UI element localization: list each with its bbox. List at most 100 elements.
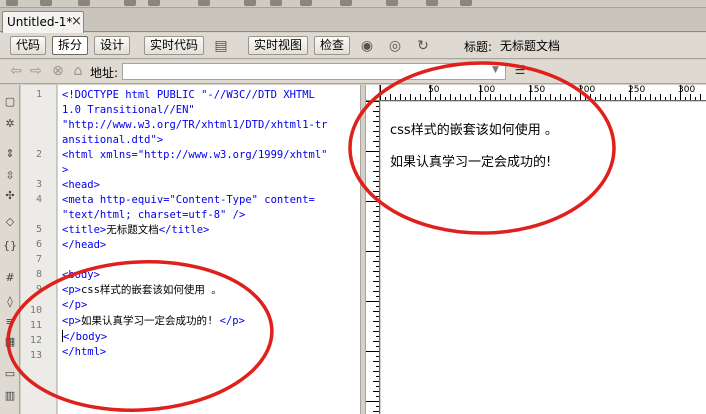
ruler-tick — [366, 251, 379, 252]
ruler-tick — [366, 401, 379, 402]
code-line: <p> — [62, 284, 81, 296]
toolbar-icon[interactable] — [198, 0, 210, 6]
syntax-error-icon[interactable]: ▦ — [2, 335, 18, 349]
highlight-invalid-code-icon[interactable]: ◊ — [2, 295, 18, 309]
title-label: 标题: — [464, 40, 493, 54]
toolbar-icon[interactable] — [460, 0, 472, 6]
close-icon[interactable]: × — [71, 14, 82, 29]
line-number: 6 — [35, 239, 42, 250]
ruler-tick — [373, 171, 379, 172]
ruler-tick — [376, 286, 379, 287]
toolbar-icon[interactable] — [426, 0, 438, 6]
ruler-tick — [376, 386, 379, 387]
design-view[interactable]: css样式的嵌套该如何使用 。 如果认真学习一定会成功的! — [381, 102, 706, 414]
toolbar-icon[interactable] — [148, 0, 160, 6]
toolbar-icon[interactable] — [40, 0, 52, 6]
select-parent-tag-icon[interactable]: ◇ — [2, 215, 18, 229]
toolbar-icon[interactable] — [340, 0, 352, 6]
chevron-down-icon[interactable]: ▼ — [492, 65, 499, 75]
ruler-tick — [376, 316, 379, 317]
ruler-tick — [535, 97, 536, 100]
code-line: <html xmlns="http://www.w3.org/1999/xhtm… — [62, 149, 328, 161]
ruler-tick — [410, 94, 411, 100]
ruler-tick — [580, 85, 581, 100]
split-view-button[interactable]: 拆分 — [52, 36, 88, 55]
settings-icon[interactable]: ✲ — [2, 117, 18, 131]
ruler-tick — [465, 97, 466, 100]
check-page-icon[interactable]: ▤ — [212, 37, 230, 55]
visual-aids-icon[interactable]: ◎ — [386, 37, 404, 55]
ruler-tick — [545, 97, 546, 100]
ruler-tick — [373, 341, 379, 342]
toolbar-icon[interactable] — [270, 0, 282, 6]
design-view-button[interactable]: 设计 — [94, 36, 130, 55]
ruler-tick — [376, 326, 379, 327]
toolbar-icon[interactable] — [124, 0, 136, 6]
live-code-button[interactable]: 实时代码 — [144, 36, 204, 55]
ruler-tick — [590, 94, 591, 100]
toolbar-icon[interactable] — [386, 0, 398, 6]
ruler-tick — [373, 271, 379, 272]
code-line: 如果认真学习一定会成功的! — [80, 315, 214, 327]
ruler-tick — [575, 97, 576, 100]
comment-icon[interactable]: ▭ — [2, 367, 18, 381]
expand-all-icon[interactable]: ✣ — [2, 189, 18, 203]
ruler-tick — [585, 97, 586, 100]
forward-icon[interactable]: ⇨ — [28, 63, 44, 79]
wrap-tag-icon[interactable]: ▥ — [2, 389, 18, 403]
back-icon[interactable]: ⇦ — [8, 63, 24, 79]
design-paragraph[interactable]: 如果认真学习一定会成功的! — [390, 151, 551, 170]
code-line: </html> — [62, 346, 107, 358]
ruler-tick — [480, 85, 481, 100]
code-line: 1.0 Transitional//EN" — [62, 104, 195, 116]
document-tab-bar: Untitled-1* × — [0, 8, 706, 33]
ruler-tick — [373, 311, 379, 312]
line-number-gutter: 1 2 3 4 5 6 7 8 9 10 11 12 13 — [21, 85, 57, 414]
ruler-tick — [495, 97, 496, 100]
address-input[interactable] — [122, 63, 506, 80]
document-tab[interactable]: Untitled-1* × — [2, 11, 84, 33]
inspect-button[interactable]: 检查 — [314, 36, 350, 55]
ruler-tick — [376, 296, 379, 297]
balance-braces-icon[interactable]: {} — [2, 239, 18, 253]
preview-globe-icon[interactable]: ◉ — [358, 37, 376, 55]
ruler-tick — [376, 226, 379, 227]
refresh-icon[interactable]: ↻ — [414, 37, 432, 55]
ruler-tick — [670, 94, 671, 100]
code-view-button[interactable]: 代码 — [10, 36, 46, 55]
code-line: ansitional.dtd"> — [62, 134, 164, 146]
code-line: </p> — [62, 299, 88, 311]
ruler-tick — [605, 97, 606, 100]
ruler-tick — [620, 94, 621, 100]
toolbar-icon[interactable] — [300, 0, 312, 6]
ruler-tick — [650, 94, 651, 100]
options-menu-icon[interactable]: ☰ — [510, 63, 530, 80]
line-numbers-icon[interactable]: # — [2, 271, 18, 285]
ruler-tick — [373, 111, 379, 112]
ruler-tick — [373, 231, 379, 232]
toolbar-icon[interactable] — [244, 0, 256, 6]
ruler-tick — [373, 371, 379, 372]
toolbar-icon[interactable] — [6, 0, 18, 6]
ruler-tick — [470, 94, 471, 100]
ruler-tick — [485, 97, 486, 100]
ruler-tick — [655, 97, 656, 100]
design-paragraph[interactable]: css样式的嵌套该如何使用 。 — [390, 119, 558, 138]
ruler-tick — [376, 196, 379, 197]
title-input[interactable]: 无标题文档 — [500, 37, 560, 54]
toolbar-icon[interactable] — [78, 0, 90, 6]
word-wrap-icon[interactable]: ≡ — [2, 315, 18, 329]
ruler-tick — [555, 97, 556, 100]
ruler-origin[interactable] — [366, 85, 380, 101]
code-editor[interactable]: <!DOCTYPE html PUBLIC "-//W3C//DTD XHTML… — [58, 85, 360, 414]
ruler-tick — [373, 211, 379, 212]
live-view-button[interactable]: 实时视图 — [248, 36, 308, 55]
collapse-selection-icon[interactable]: ⇳ — [2, 169, 18, 183]
ruler-tick — [615, 97, 616, 100]
home-icon[interactable]: ⌂ — [70, 63, 86, 79]
open-documents-icon[interactable]: ▢ — [2, 95, 18, 109]
stop-icon[interactable]: ⊗ — [50, 63, 66, 79]
ruler-tick — [550, 94, 551, 100]
ruler-tick — [445, 97, 446, 100]
collapse-full-tag-icon[interactable]: ⇕ — [2, 147, 18, 161]
